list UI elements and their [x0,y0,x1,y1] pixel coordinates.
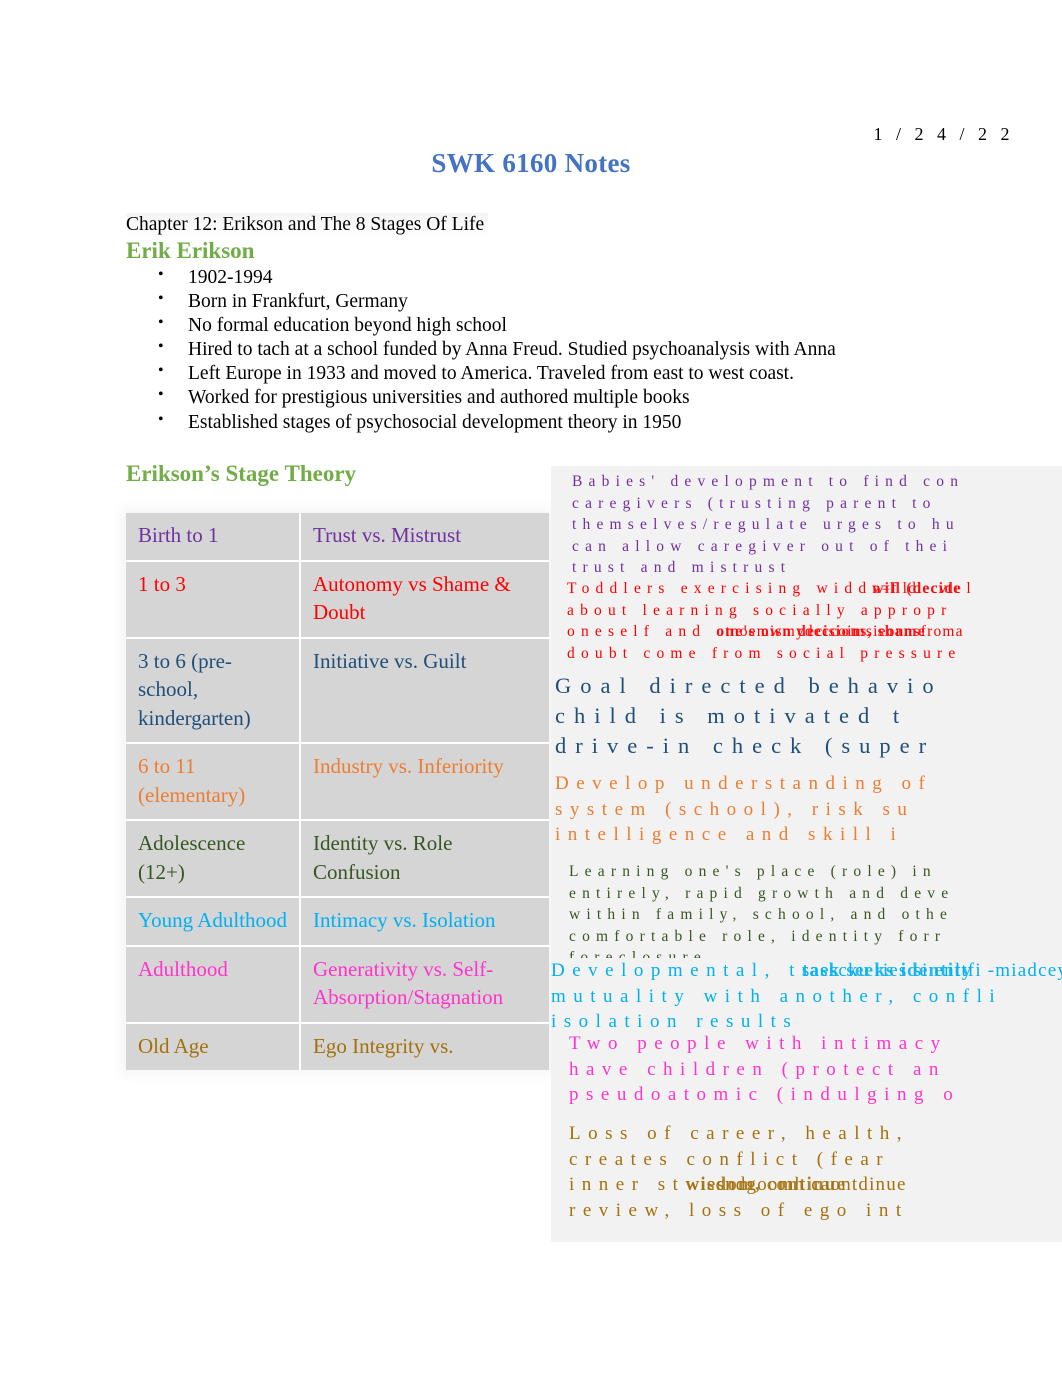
stage-age-cell: Adulthood [126,945,301,1024]
description-line: intelligence and skill i [555,824,904,845]
description-line: trust and mistrust [572,559,792,576]
section-heading-stage-theory: Erikson’s Stage Theory [126,461,357,486]
stage-name-cell: Identity vs. Role Confusion [300,820,549,898]
description-line: Toddlers exercising widdn=f ldiecvte l wi… [567,578,1062,600]
stage-description-block: Babies' development to find con caregiver… [551,471,1062,579]
list-item: 1902-1994 [150,263,980,290]
description-line: caregivers (trusting parent to [572,494,937,512]
stage-age-cell: Young Adulthood [126,897,301,947]
stage-name-cell: Intimacy vs. Isolation [300,897,549,947]
description-line: drive-in check (super [555,733,936,758]
list-item: Hired to tach at a school funded by Anna… [150,335,980,362]
stage-description-block: Goal directed behavio child is motivated … [551,671,1062,761]
stage-age-cell: Adolescence (12+) [126,820,301,898]
description-line: can allow caregiver out of thei [572,537,954,555]
description-line: inner stwiesndgoomh caontdinue wisdom, co… [569,1172,1062,1198]
description-line: child is motivated t [555,703,909,728]
description-line: Loss of career, health, [569,1123,910,1144]
description-line: Developmental, tsaescku ries si enltfi -… [551,958,1062,984]
description-line: oneself and otnoemismydeccoimsieonnsfrom… [567,621,1062,643]
table-row: Old Age Ego Integrity vs. [126,1022,549,1070]
stage-name-cell: Trust vs. Mistrust [300,513,549,562]
table-row: 1 to 3 Autonomy vs Shame & Doubt [126,560,549,639]
list-item: No formal education beyond high school [150,311,980,338]
description-line: doubt come from social pressure [567,644,962,662]
stage-age-cell: 3 to 6 (pre-school, kindergarten) [126,637,301,744]
list-item: Worked for prestigious universities and … [150,383,980,410]
biography-bullet-list: 1902-1994Born in Frankfurt, GermanyNo fo… [150,263,980,435]
stage-age-cell: 6 to 11 (elementary) [126,743,301,821]
description-line: system (school), risk su [555,798,915,820]
stage-name-cell: Autonomy vs Shame & Doubt [300,560,549,639]
description-line: Develop understanding of [555,773,933,794]
description-line: have children (protect an [569,1058,946,1080]
overlapping-text: saescku ries si enltfi -miadcey task seek… [801,960,1062,981]
document-page: 1 / 2 4 / 2 2 SWK 6160 Notes Chapter 12:… [0,0,1062,1377]
description-line: themselves/regulate urges to hu [572,516,960,533]
description-line: Learning one's place (role) in [569,863,937,880]
description-line: creates conflict (fear [569,1148,891,1170]
stage-description-block: Developmental, tsaescku ries si enltfi -… [551,958,1062,1035]
stage-description-block: Loss of career, health, creates conflict … [551,1121,1062,1223]
description-line: Babies' development to find con [572,473,965,490]
stage-description-block: Toddlers exercising widdn=f ldiecvte l wi… [551,578,1062,664]
description-line: comfortable role, identity forr [569,927,947,945]
list-item: Left Europe in 1933 and moved to America… [150,359,980,386]
page-title: SWK 6160 Notes [431,148,631,178]
table-row: 6 to 11 (elementary) Industry vs. Inferio… [126,743,549,821]
section-heading-erik-erikson: Erik Erikson [126,238,255,263]
stage-description-block: Develop understanding of system (school),… [551,771,1062,848]
description-line: pseudoatomic (indulging o [569,1084,961,1105]
list-item: Established stages of psychosocial devel… [150,408,980,435]
stage-name-cell: Industry vs. Inferiority [300,743,549,821]
table-row: Young Adulthood Intimacy vs. Isolation [126,897,549,947]
table-row: Adulthood Generativity vs. Self-Absorptio… [126,945,549,1024]
stage-name-cell: Initiative vs. Guilt [300,637,549,744]
stage-name-cell: Generativity vs. Self-Absorption/Stagnat… [300,945,549,1024]
description-line: mutuality with another, confli [551,985,1003,1007]
stage-description-block: Two people with intimacy have children (p… [551,1031,1062,1108]
table-row: Birth to 1 Trust vs. Mistrust [126,513,549,562]
stage-descriptions-panel: Babies' development to find con caregiver… [551,466,1062,1242]
table-row: 3 to 6 (pre-school, kindergarten) Initiat… [126,637,549,744]
overlapping-text: n=f ldiecvte l will (decide [872,580,972,597]
stage-theory-table: Birth to 1 Trust vs. Mistrust 1 to 3 Autono… [126,513,549,1070]
description-line: about learning socially appropr [567,601,953,619]
stage-age-cell: Old Age [126,1022,301,1070]
description-line: entirely, rapid growth and deve [569,884,955,902]
chapter-heading: Chapter 12: Erikson and The 8 Stages Of … [126,213,489,237]
description-line: review, loss of ego int [569,1199,909,1221]
overlapping-text: otnoemismydeccoimsieonnsfroma one's own d… [716,623,964,640]
stage-age-cell: Birth to 1 [126,513,301,562]
document-date: 1 / 2 4 / 2 2 [873,124,1014,144]
description-line: Goal directed behavio [555,673,943,698]
table-row: Adolescence (12+) Identity vs. Role Confu… [126,820,549,898]
overlapping-text: wiesndgoomh caontdinue wisdom, continue [685,1174,907,1195]
stage-description-block: Learning one's place (role) in entirely, … [551,861,1062,969]
stage-age-cell: 1 to 3 [126,560,301,639]
stage-name-cell: Ego Integrity vs. [300,1022,549,1070]
description-line: Two people with intimacy [569,1033,948,1054]
list-item: Born in Frankfurt, Germany [150,287,980,314]
description-line: within family, school, and othe [569,906,954,923]
